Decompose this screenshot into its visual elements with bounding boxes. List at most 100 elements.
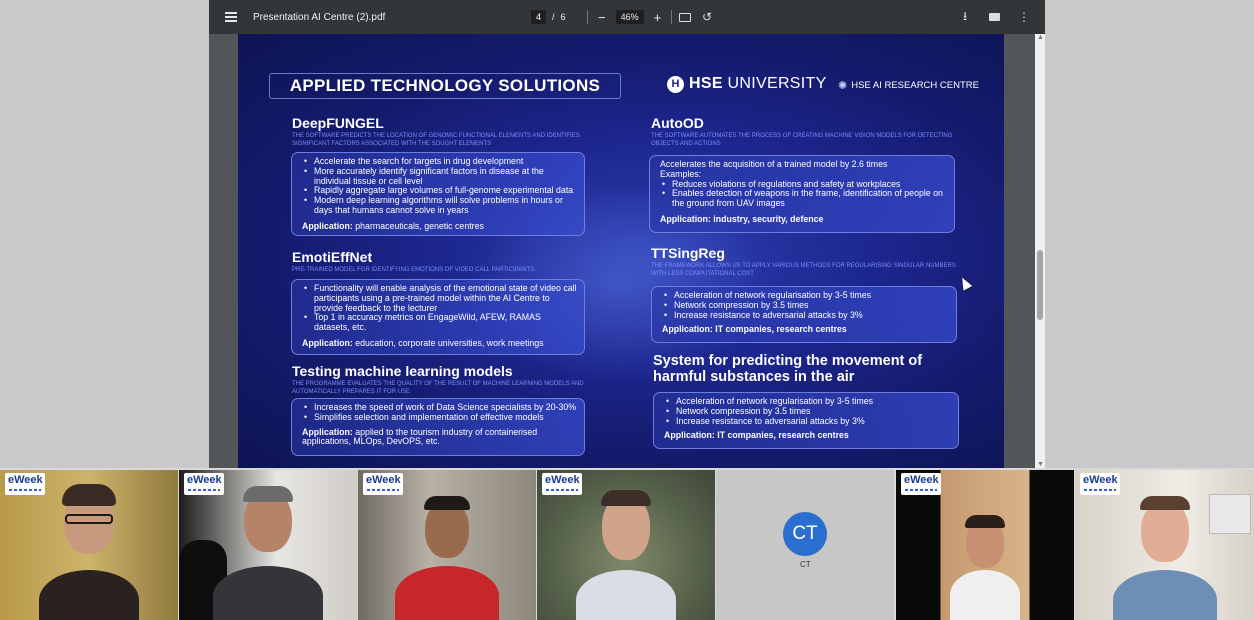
section-title-line1: System for predicting the movement of [653,353,923,369]
participant-body [395,566,499,620]
application-text: education, corporate universities, work … [352,337,544,348]
badge-stripe [905,489,937,491]
card-ttsingreg: Acceleration of network regularisation b… [651,286,957,343]
glasses-icon [65,514,113,524]
participant-hair [601,490,651,506]
card-emotieffnet: Functionality will enable analysis of th… [291,279,585,355]
section-title-line2: harmful substances in the air [653,369,855,385]
scrollbar-thumb[interactable] [1037,250,1043,320]
list-item: Enables detection of weapons in the fram… [660,189,948,209]
card-intro: Accelerates the acquisition of a trained… [660,159,888,169]
zoom-out-button[interactable]: − [598,10,606,25]
pdf-viewer: Presentation AI Centre (2).pdf 4 / 6 − 4… [209,0,1045,468]
participant-tile[interactable]: eWeek [358,470,536,620]
section-deepfungel: DeepFUNGEL THE SOFTWARE PREDICTS THE LOC… [292,115,592,148]
application-label: Application: [302,426,353,437]
hse-university-logo: H HSE UNIVERSITY [667,75,827,93]
participant-video [387,470,507,620]
list-item: Increase resistance to adversarial attac… [662,310,950,321]
participant-hair [1139,496,1190,510]
page-number-input[interactable]: 4 [531,10,547,24]
fit-page-icon[interactable] [679,0,693,34]
hse-logo-text: HSE UNIVERSITY [689,75,827,93]
section-title: EmotiEffNet [292,249,373,265]
scroll-down-icon[interactable]: ▼ [1037,461,1044,468]
slide-page: APPLIED TECHNOLOGY SOLUTIONS H HSE UNIVE… [238,34,1004,468]
application-line: Application: applied to the tourism indu… [302,426,578,448]
print-icon[interactable] [989,0,1000,34]
application-label: Application: [302,220,353,231]
participant-hair [243,486,293,502]
participant-hair [965,515,1005,528]
participant-tile[interactable]: eWeek [0,470,178,620]
application-line: Application: IT companies, research cent… [664,430,849,441]
card-autood: Accelerates the acquisition of a trained… [649,155,955,233]
participant-tile[interactable]: eWeek [537,470,715,620]
eweek-badge: eWeek [901,473,941,495]
list-item: Top 1 in accuracy metrics on EngageWild,… [302,313,578,333]
list-item: Increase resistance to adversarial attac… [664,416,952,427]
document-title: Presentation AI Centre (2).pdf [253,11,386,23]
participant-tile[interactable]: eWeek [896,470,1074,620]
participant-avatar: CT [783,512,827,556]
participant-body [213,566,323,620]
application-text: pharmaceuticals, genetic centres [352,220,484,231]
page-separator: / [552,12,555,22]
section-title: AutoOD [651,115,704,131]
card-testing-ml-models: Increases the speed of work of Data Scie… [291,398,585,456]
section-subtitle: PRE-TRAINED MODEL FOR IDENTIFYING EMOTIO… [292,267,535,273]
participant-body [39,570,139,620]
section-ttsingreg: TTSingReg THE FRAMEWORK ALLOWS US TO APP… [651,245,971,278]
participant-tile[interactable]: eWeek [1075,470,1254,620]
hse-logo-rest: UNIVERSITY [722,75,827,92]
vertical-scrollbar[interactable]: ▲ ▼ [1035,34,1045,468]
application-line: Application: pharmaceuticals, genetic ce… [302,220,578,232]
toolbar-divider [587,10,588,24]
zoom-value-input[interactable]: 46% [615,10,644,24]
list-item: Modern deep learning algorithms will sol… [302,195,578,216]
participant-hair [424,496,470,510]
section-autood: AutoOD THE SOFTWARE AUTOMATES THE PROCES… [651,115,971,148]
pdf-toolbar: Presentation AI Centre (2).pdf 4 / 6 − 4… [209,0,1045,34]
participant-video [940,470,1030,620]
section-subtitle: THE PROGRAMME EVALUATES THE QUALITY OF T… [292,381,584,395]
section-testing-ml-models: Testing machine learning models THE PROG… [292,363,592,396]
menu-icon[interactable] [223,0,239,34]
ai-logo-text: HSE AI RESEARCH CENTRE [851,80,979,91]
hse-logo-mark: H [667,75,684,93]
participant-name: CT [800,560,811,569]
video-participants-strip: eWeek eWeek eWeek eWeek CT CT eWeek eWee… [0,468,1254,620]
rotate-icon[interactable]: ↺ [702,0,712,34]
hse-logo-bold: HSE [689,75,723,92]
download-icon[interactable]: ⭳ [963,0,967,34]
application-label: Application: [302,337,353,348]
zoom-in-button[interactable]: + [654,10,662,25]
section-harmful-substances: System for predicting the movement of ha… [653,353,973,385]
page-total: 6 [560,12,566,22]
toolbar-divider [671,10,673,24]
section-subtitle: THE SOFTWARE AUTOMATES THE PROCESS OF CR… [651,133,953,147]
participant-body [1112,570,1217,620]
participant-video [29,470,149,620]
badge-text: eWeek [904,474,939,486]
card-deepfungel: Accelerate the search for targets in dru… [291,152,585,236]
participant-video [566,470,686,620]
ai-network-icon: ✺ [838,80,848,92]
participant-tile[interactable]: eWeek [179,470,357,620]
section-subtitle: THE FRAMEWORK ALLOWS US TO APPLY VARIOUS… [651,263,956,277]
list-item: More accurately identify significant fac… [302,166,578,187]
participant-video [1105,470,1225,620]
participant-body [950,570,1020,620]
participant-video [208,470,328,620]
section-emotieffnet: EmotiEffNet PRE-TRAINED MODEL FOR IDENTI… [292,249,592,274]
zoom-controls: − 46% + [587,0,673,34]
more-icon[interactable]: ⋮ [1018,0,1030,34]
section-title: Testing machine learning models [292,363,513,379]
list-item: Simplifies selection and implementation … [302,412,578,423]
scroll-up-icon[interactable]: ▲ [1037,34,1044,41]
list-item: Functionality will enable analysis of th… [302,283,578,313]
participant-hair [62,484,116,506]
section-subtitle: THE SOFTWARE PREDICTS THE LOCATION OF GE… [292,133,580,147]
application-line: Application: IT companies, research cent… [662,324,847,335]
section-title: TTSingReg [651,245,725,261]
